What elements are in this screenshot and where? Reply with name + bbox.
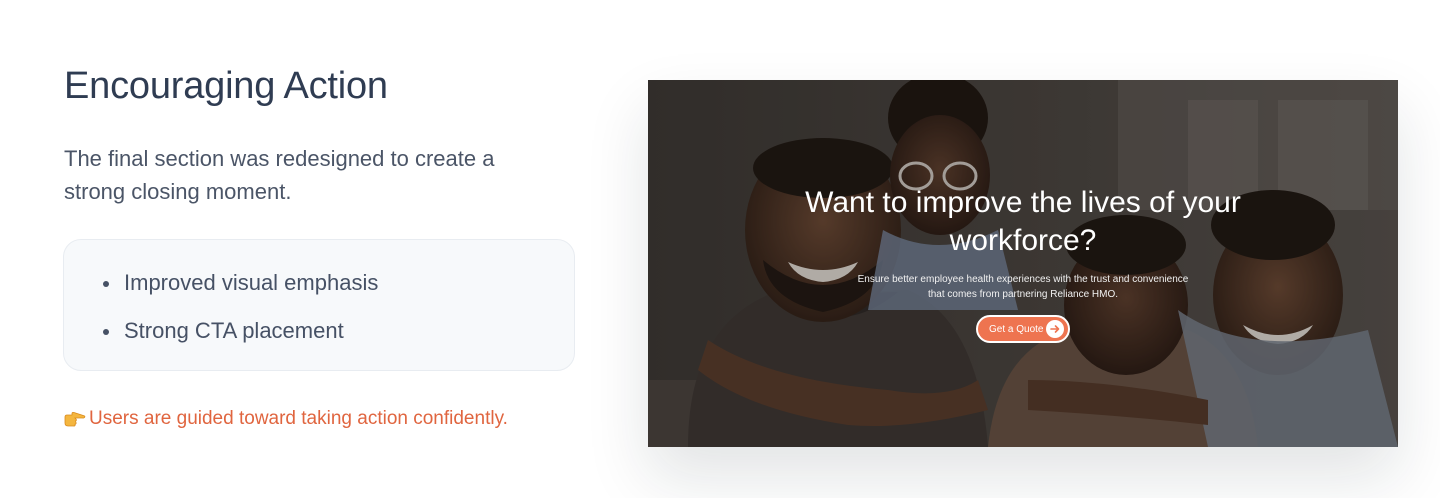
page: Encouraging Action The final section was… [0,0,1440,498]
bullet-icon [103,329,109,335]
section-title: Encouraging Action [64,65,388,107]
section-intro: The final section was redesigned to crea… [64,146,495,204]
get-a-quote-button[interactable]: Get a Quote [976,315,1070,343]
takeaway-text: Users are guided toward taking action co… [89,408,508,429]
list-item: Strong CTA placement [103,316,344,346]
takeaway-note: Users are guided toward taking action co… [64,406,508,432]
get-a-quote-label: Get a Quote [989,323,1044,335]
bullet-icon [103,281,109,287]
pointing-hand-icon [64,411,86,427]
cta-hero-preview: Want to improve the lives of your workfo… [648,80,1398,447]
hero-subtitle: Ensure better employee health experience… [857,274,1189,300]
list-item: Improved visual emphasis [103,268,379,298]
list-item-label: Improved visual emphasis [124,270,379,295]
hero-content: Want to improve the lives of your workfo… [648,80,1398,447]
arrow-right-icon [1046,320,1064,338]
hero-title: Want to improve the lives of your workfo… [805,186,1241,257]
highlights-card: Improved visual emphasis Strong CTA plac… [63,239,575,371]
list-item-label: Strong CTA placement [124,318,344,343]
